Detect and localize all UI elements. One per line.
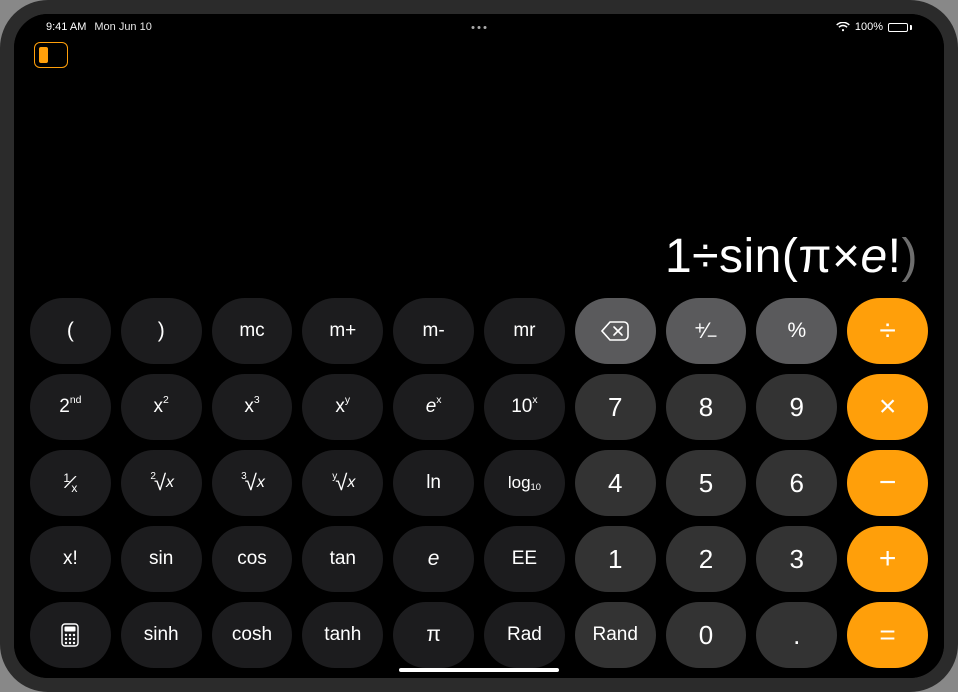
e-constant-button[interactable]: e [393,526,474,592]
calculator-mode-button[interactable] [30,602,111,668]
sinh-button[interactable]: sinh [121,602,202,668]
cosh-button[interactable]: cosh [212,602,293,668]
factorial-button[interactable]: x! [30,526,111,592]
ten-to-x-button[interactable]: 10x [484,374,565,440]
digit-7-button[interactable]: 7 [575,374,656,440]
multitask-dots-icon[interactable] [472,26,487,29]
equals-button[interactable]: = [847,602,928,668]
mplus-button[interactable]: m+ [302,298,383,364]
mr-button[interactable]: mr [484,298,565,364]
pi-button[interactable]: π [393,602,474,668]
sidebar-toggle-icon[interactable] [34,42,68,68]
sqrt-button[interactable]: 2√x [121,450,202,516]
plusminus-label: +⁄− [695,318,718,344]
home-indicator[interactable] [399,668,559,672]
toolbar [28,40,930,70]
y-root-x-button[interactable]: y√x [302,450,383,516]
rad-button[interactable]: Rad [484,602,565,668]
percent-button[interactable]: % [756,298,837,364]
wifi-icon [836,22,850,32]
cos-button[interactable]: cos [212,526,293,592]
status-bar: 9:41 AM Mon Jun 10 100% [28,18,930,36]
divide-button[interactable]: ÷ [847,298,928,364]
multiply-button[interactable]: × [847,374,928,440]
ln-button[interactable]: ln [393,450,474,516]
lparen-button[interactable]: ( [30,298,111,364]
battery-icon [888,23,912,32]
tanh-button[interactable]: tanh [302,602,383,668]
calc-keypad: ( ) mc m+ m- mr +⁄− % ÷ 2nd x2 x3 xy [28,294,930,670]
one-over-x-button[interactable]: 1⁄x [30,450,111,516]
x-to-y-button[interactable]: xy [302,374,383,440]
digit-5-button[interactable]: 5 [666,450,747,516]
x-cubed-button[interactable]: x3 [212,374,293,440]
log10-button[interactable]: log10 [484,450,565,516]
digit-6-button[interactable]: 6 [756,450,837,516]
digit-8-button[interactable]: 8 [666,374,747,440]
minus-button[interactable]: − [847,450,928,516]
screen: 9:41 AM Mon Jun 10 100% 1÷sin(π×e!) [14,14,944,678]
backspace-icon [601,321,629,341]
digit-4-button[interactable]: 4 [575,450,656,516]
battery-pct: 100% [855,21,883,33]
backspace-button[interactable] [575,298,656,364]
plusminus-button[interactable]: +⁄− [666,298,747,364]
status-date: Mon Jun 10 [94,21,151,33]
decimal-button[interactable]: . [756,602,837,668]
calc-expression: 1÷sin(π×e!) [665,229,918,284]
tan-button[interactable]: tan [302,526,383,592]
digit-2-button[interactable]: 2 [666,526,747,592]
ipad-frame: 9:41 AM Mon Jun 10 100% 1÷sin(π×e!) [0,0,958,692]
plus-button[interactable]: + [847,526,928,592]
calculator-icon [61,623,79,647]
digit-1-button[interactable]: 1 [575,526,656,592]
rand-button[interactable]: Rand [575,602,656,668]
mminus-button[interactable]: m- [393,298,474,364]
rparen-button[interactable]: ) [121,298,202,364]
digit-0-button[interactable]: 0 [666,602,747,668]
e-to-x-button[interactable]: ex [393,374,474,440]
second-button[interactable]: 2nd [30,374,111,440]
digit-9-button[interactable]: 9 [756,374,837,440]
x-squared-button[interactable]: x2 [121,374,202,440]
status-time: 9:41 AM [46,21,86,33]
mc-button[interactable]: mc [212,298,293,364]
cbrt-button[interactable]: 3√x [212,450,293,516]
sin-button[interactable]: sin [121,526,202,592]
calc-display[interactable]: 1÷sin(π×e!) [28,70,930,294]
ee-button[interactable]: EE [484,526,565,592]
digit-3-button[interactable]: 3 [756,526,837,592]
